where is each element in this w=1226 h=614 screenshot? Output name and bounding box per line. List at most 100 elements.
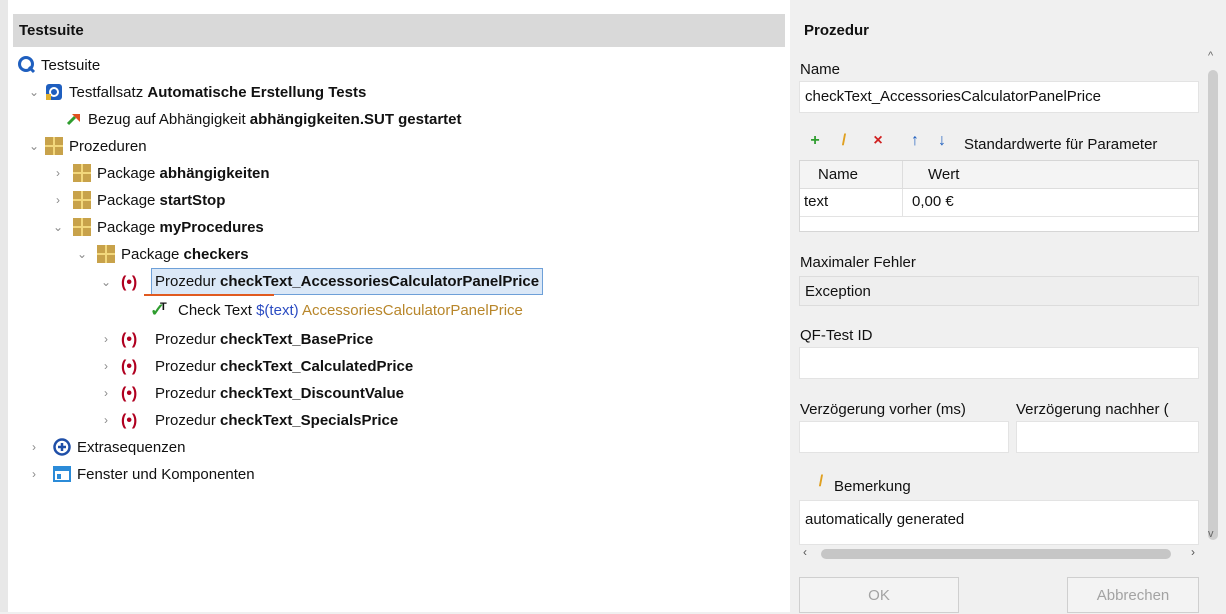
scroll-thumb[interactable] <box>821 549 1171 559</box>
chevron-down-icon[interactable]: ⌄ <box>100 269 112 296</box>
qftest-id-field[interactable] <box>799 347 1199 379</box>
vertical-scrollbar[interactable]: ^ v <box>1206 50 1220 540</box>
left-edge <box>0 0 8 612</box>
tree-item-name: myProcedures <box>159 219 264 236</box>
default-params-label: Standardwerte für Parameter <box>964 136 1158 153</box>
testsuite-icon <box>18 56 36 74</box>
window-components-icon <box>53 466 71 482</box>
tree-item-label: Testfallsatz Automatische Erstellung Tes… <box>69 79 366 106</box>
tree-item-prefix: Package <box>97 192 160 209</box>
tree-item-label: Extrasequenzen <box>77 439 186 456</box>
tree-item-name: startStop <box>159 192 226 209</box>
tree-item-label: Prozedur checkText_BasePrice <box>155 326 373 353</box>
procedure-icon: (•) <box>121 331 138 348</box>
delay-before-label: Verzögerung vorher (ms) <box>800 401 966 418</box>
procedure-icon: (•) <box>121 412 138 429</box>
procedure-icon: (•) <box>121 274 138 291</box>
edit-icon[interactable]: / <box>831 131 857 153</box>
name-field[interactable]: checkText_AccessoriesCalculatorPanelPric… <box>799 81 1199 113</box>
tree-item-label: Check Text $(text) AccessoriesCalculator… <box>178 297 523 324</box>
chevron-down-icon[interactable]: ⌄ <box>52 214 64 241</box>
delay-after-field[interactable] <box>1016 421 1199 453</box>
package-icon <box>73 218 91 236</box>
tree-item-prefix: Bezug auf Abhängigkeit <box>88 111 250 128</box>
testset-icon <box>46 84 62 100</box>
table-header: Name Wert <box>800 161 1198 189</box>
chevron-right-icon[interactable]: › <box>100 353 112 380</box>
package-icon <box>73 164 91 182</box>
chevron-right-icon[interactable]: › <box>52 187 64 214</box>
tree-item-label: Package checkers <box>121 241 249 268</box>
tree-item-name: checkText_SpecialsPrice <box>220 412 399 429</box>
scroll-down-icon[interactable]: v <box>1208 528 1214 540</box>
extras-icon <box>53 438 71 456</box>
package-icon <box>73 191 91 209</box>
scroll-thumb[interactable] <box>1208 70 1218 540</box>
chevron-right-icon[interactable]: › <box>28 434 40 461</box>
table-cell-name: text <box>804 193 829 210</box>
tree-item-prefix: Package <box>97 165 160 182</box>
tree-item-label: Prozedur checkText_DiscountValue <box>155 380 404 407</box>
tree-item-prefix: Check Text <box>178 302 257 319</box>
move-up-icon[interactable]: ↑ <box>902 131 928 153</box>
chevron-right-icon[interactable]: › <box>52 160 64 187</box>
tree-item-label: Package abhängigkeiten <box>97 160 270 187</box>
table-row[interactable]: text 0,00 € <box>800 189 1198 217</box>
ok-button[interactable]: OK <box>799 577 959 613</box>
procedure-icon: (•) <box>121 358 138 375</box>
chevron-right-icon[interactable]: › <box>28 461 40 488</box>
chevron-down-icon[interactable]: ⌄ <box>28 79 40 106</box>
tree-item-prefix: Prozedur <box>155 358 221 375</box>
scroll-up-icon[interactable]: ^ <box>1208 50 1213 62</box>
tree-item-prefix: Prozedur <box>155 412 221 429</box>
delete-icon[interactable]: × <box>865 131 891 153</box>
tree-item-label: Bezug auf Abhängigkeit abhängigkeiten.SU… <box>88 106 462 133</box>
procedure-icon: (•) <box>121 385 138 402</box>
chevron-down-icon[interactable]: ⌄ <box>76 241 88 268</box>
tree-item-label: Package startStop <box>97 187 225 214</box>
remark-label: Bemerkung <box>834 478 911 495</box>
chevron-down-icon[interactable]: ⌄ <box>28 133 40 160</box>
column-divider <box>902 161 903 188</box>
add-icon[interactable]: + <box>802 131 828 153</box>
cancel-button[interactable]: Abbrechen <box>1067 577 1199 613</box>
qftest-id-label: QF-Test ID <box>800 327 873 344</box>
max-error-select[interactable]: Exception <box>799 276 1199 306</box>
tree-item-label: Fenster und Komponenten <box>77 466 255 483</box>
move-down-icon[interactable]: ↓ <box>929 131 955 153</box>
chevron-right-icon[interactable]: › <box>100 380 112 407</box>
column-divider <box>902 189 903 216</box>
parameter-table[interactable]: Name Wert text 0,00 € <box>799 160 1199 232</box>
scroll-left-icon[interactable]: ‹ <box>803 545 807 559</box>
edit-remark-icon[interactable]: / <box>808 472 834 494</box>
remark-field[interactable]: automatically generated <box>799 500 1199 545</box>
tree-item-name: abhängigkeiten <box>159 165 270 182</box>
tree-item-prefix: Prozedur <box>155 273 221 290</box>
delay-before-field[interactable] <box>799 421 1009 453</box>
tree-item-label: Package myProcedures <box>97 214 264 241</box>
tree-item-name: abhängigkeiten.SUT gestartet <box>249 111 462 128</box>
chevron-right-icon[interactable]: › <box>100 407 112 434</box>
scroll-right-icon[interactable]: › <box>1191 545 1195 559</box>
tree-item-name: checkText_BasePrice <box>220 331 374 348</box>
remark-horizontal-scrollbar[interactable]: ‹ › <box>799 545 1199 562</box>
tree-item-label: Prozedur checkText_AccessoriesCalculator… <box>150 268 544 295</box>
chevron-right-icon[interactable]: › <box>100 326 112 353</box>
tree-item-component: AccessoriesCalculatorPanelPrice <box>298 302 523 319</box>
tree-item-prefix: Package <box>121 246 184 263</box>
tree-item-prefix: Prozedur <box>155 331 221 348</box>
panel-title: Prozedur <box>804 22 870 39</box>
tree-item-prefix: Package <box>97 219 160 236</box>
package-icon <box>45 137 63 155</box>
tree-item-prefix: Testfallsatz <box>69 84 148 101</box>
tree-item-label: Prozedur checkText_SpecialsPrice <box>155 407 398 434</box>
column-header-name[interactable]: Name <box>818 166 858 183</box>
tree-item-label: Prozedur checkText_CalculatedPrice <box>155 353 413 380</box>
column-header-value[interactable]: Wert <box>928 166 959 183</box>
max-error-label: Maximaler Fehler <box>800 254 916 271</box>
tree-item-name: Automatische Erstellung Tests <box>147 84 367 101</box>
package-icon <box>97 245 115 263</box>
tree-item-name: checkText_DiscountValue <box>220 385 405 402</box>
tree-item-name: checkText_AccessoriesCalculatorPanelPric… <box>220 273 540 290</box>
tree-item-prefix: Prozedur <box>155 385 221 402</box>
